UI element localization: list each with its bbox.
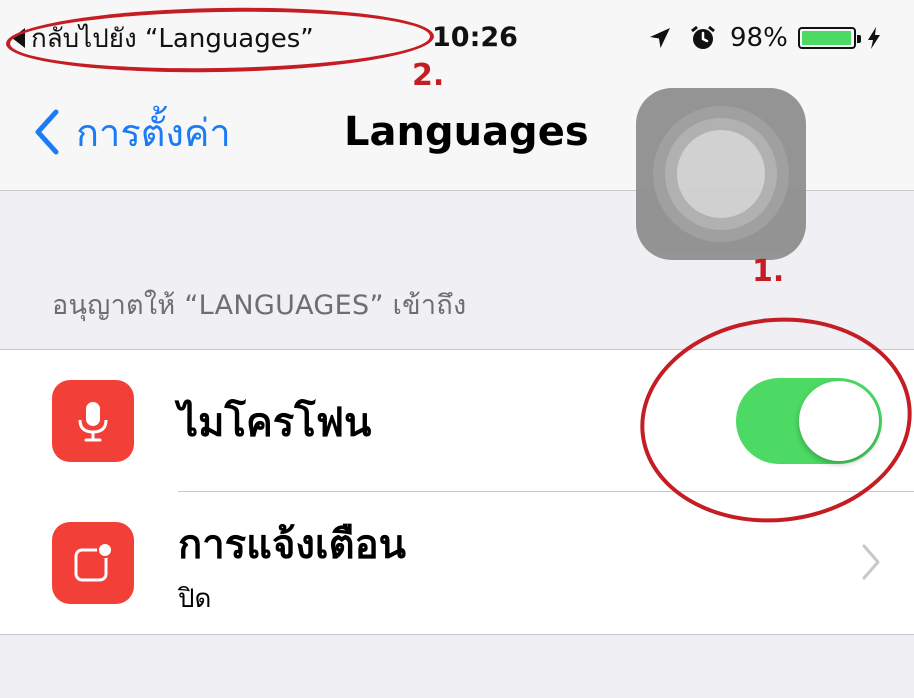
microphone-icon [52,380,134,462]
notifications-label: การแจ้งเตือน [178,522,406,568]
alarm-clock-icon [691,25,715,49]
battery-icon [797,27,861,49]
page-title: Languages [344,109,589,155]
assistive-touch-middle-ring [665,118,777,230]
notifications-status: ปิด [178,584,212,614]
chevron-right-icon [862,544,880,580]
notifications-glyph-icon [74,542,113,582]
battery-nub [856,35,861,43]
settings-back-button[interactable]: การตั้งค่า [32,102,231,162]
navigation-bar: การตั้งค่า Languages [0,76,914,260]
status-indicators: 98% [648,18,882,58]
battery-percent: 98% [730,23,788,53]
microphone-glyph-icon [78,402,108,442]
microphone-label: ไมโครโฟน [178,400,372,446]
location-arrow-icon [650,28,670,48]
annotation-label-1: 1. [752,254,785,289]
status-time: 10:26 [432,22,518,53]
assistive-touch-inner-dot [677,130,765,218]
chevron-left-icon [35,109,59,155]
assistive-touch-outer-ring [653,106,789,242]
notifications-icon [52,522,134,604]
annotation-label-2: 2. [412,58,445,93]
charging-bolt-icon [867,27,880,49]
battery-fill [801,31,851,45]
assistive-touch-button[interactable] [636,88,806,260]
section-header: อนุญาตให้ “LANGUAGES” เข้าถึง [52,290,467,321]
settings-back-label: การตั้งค่า [76,110,231,155]
